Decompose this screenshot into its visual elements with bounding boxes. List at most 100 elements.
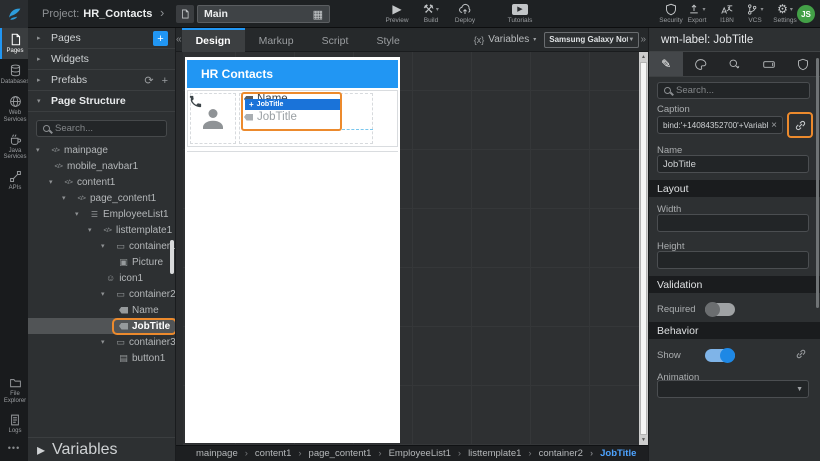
picture-widget[interactable] [190,93,236,144]
properties-scrollbar[interactable] [816,58,819,308]
tree-node[interactable]: ▾ Name [28,302,175,318]
editor-tab[interactable]: Script [308,28,363,52]
show-toggle[interactable] [705,348,735,363]
scroll-up-icon[interactable]: ▲ [639,52,648,62]
rail-item-web-services[interactable]: Web Services [0,90,28,128]
left-icon-rail: Pages Databases Web Services Java Servic… [0,28,29,461]
node-type-icon [119,257,128,268]
expand-arrow-icon[interactable]: ▾ [101,338,111,346]
rail-item-java-services[interactable]: Java Services [0,128,28,166]
tree-scrollbar[interactable] [170,240,174,274]
tree-node[interactable]: ▾ content1 [28,174,175,190]
breadcrumb-item[interactable]: content1 [238,448,291,459]
editor-tab[interactable]: Style [362,28,413,52]
animation-select[interactable]: ▼ [657,380,809,398]
deploy-button[interactable]: Deploy [448,2,482,24]
expand-arrow-icon[interactable]: ▾ [101,290,111,298]
editor-tab[interactable]: Markup [245,28,308,52]
tree-node[interactable]: ▾ mobile_navbar1 [28,158,175,174]
section-widgets[interactable]: ▸ Widgets [28,49,175,70]
grid-view-icon[interactable]: ▦ [313,8,323,21]
rail-item-file-explorer[interactable]: File Explorer [0,372,28,409]
scroll-down-icon[interactable]: ▼ [639,435,648,445]
caret-down-icon: ▾ [435,6,439,13]
page-selector-dropdown[interactable]: Main ▦ [197,5,330,23]
breadcrumb-item[interactable]: container2 [521,448,583,459]
breadcrumb-item[interactable]: mainpage [196,448,238,459]
validation-section-header[interactable]: Validation [649,276,820,293]
tutorials-button[interactable]: ▶ Tutorials [503,2,537,24]
device-selector[interactable]: Samsung Galaxy Note III ▼ [544,31,640,48]
properties-search-input[interactable] [676,85,803,96]
tab-styles[interactable] [683,52,717,76]
expand-arrow-icon[interactable]: ▾ [49,178,59,186]
name-field[interactable]: JobTitle [657,155,809,173]
expand-arrow-icon[interactable]: ▾ [75,210,85,218]
export-button[interactable]: ▾ Export [680,2,714,24]
tab-security[interactable] [786,52,820,76]
tab-device[interactable] [752,52,786,76]
tree-node[interactable]: ▾ container2 [28,286,175,302]
behavior-section-header[interactable]: Behavior [649,322,820,339]
tab-properties[interactable]: ✎ [649,52,684,76]
tree-node[interactable]: ▾ container1 [28,238,175,254]
variables-dropdown[interactable]: {x} Variables ▾ [474,34,536,45]
wavemaker-logo[interactable] [0,0,28,28]
clear-icon[interactable]: × [771,120,777,131]
bind-property-highlight[interactable] [787,112,813,138]
rail-item-logs[interactable]: Logs [0,409,28,439]
section-page-structure[interactable]: ▾ Page Structure [28,91,175,112]
breadcrumb-item[interactable]: EmployeeList1 [371,448,451,459]
expand-arrow-icon[interactable]: ▾ [36,146,46,154]
tree-node[interactable]: ▾ mainpage [28,142,175,158]
tree-node[interactable]: ▾ page_content1 [28,190,175,206]
add-page-button[interactable]: + [153,31,168,46]
section-variables[interactable]: ▸ Variables [28,437,175,461]
vcs-button[interactable]: ▾ VCS [738,2,772,24]
canvas-scrollbar[interactable]: ▲ ▼ [639,52,648,445]
page-structure-search[interactable] [36,120,167,137]
refresh-icon[interactable]: ⟳ [144,74,153,87]
tree-node[interactable]: ▾ Picture [28,254,175,270]
page-file-icon[interactable] [176,5,194,23]
expand-arrow-icon[interactable]: ▾ [101,242,111,250]
breadcrumb-item[interactable]: JobTitle [583,448,636,459]
rail-item-pages[interactable]: Pages [0,28,28,59]
tab-events[interactable] [717,52,751,76]
collapse-right-panel-icon[interactable]: » [640,34,646,45]
tree-node[interactable]: ▾ button1 [28,350,175,366]
tree-node[interactable]: ▾ EmployeeList1 [28,206,175,222]
design-canvas[interactable]: HR Contacts Name + JobTitle [176,52,648,445]
tree-node[interactable]: ▾ listtemplate1 [28,222,175,238]
user-avatar[interactable]: JS [797,5,815,23]
tree-node[interactable]: ▾ JobTitle [28,318,175,334]
height-field[interactable] [657,251,809,269]
breadcrumb-item[interactable]: listtemplate1 [451,448,521,459]
required-toggle[interactable] [705,302,735,317]
rail-item-apis[interactable]: APIs [0,165,28,196]
expand-arrow-icon[interactable]: ▾ [88,226,98,234]
width-field[interactable] [657,214,809,232]
search-input[interactable] [55,123,160,134]
node-type-icon [51,147,60,154]
more-options-icon[interactable]: ••• [0,439,28,457]
layout-section-header[interactable]: Layout [649,180,820,197]
caption-field[interactable]: bind:'+14084352700'+Variables.HrdbE × [657,116,783,134]
expand-arrow-icon[interactable]: ▾ [62,194,72,202]
mobile-navbar[interactable]: HR Contacts [187,60,398,88]
phone-page-preview[interactable]: HR Contacts Name + JobTitle [185,57,400,443]
properties-search[interactable] [657,82,810,99]
preview-button[interactable]: ▶ Preview [380,2,414,24]
scrollbar-thumb[interactable] [640,62,647,435]
tree-node[interactable]: ▾ icon1 [28,270,175,286]
section-pages[interactable]: ▸ Pages + [28,28,175,49]
section-prefabs[interactable]: ▸ Prefabs ⟳ + [28,70,175,91]
add-prefab-button[interactable]: + [162,75,168,87]
employee-list-item[interactable]: Name + JobTitle JobTitle [187,90,398,147]
tree-node[interactable]: ▾ container3 [28,334,175,350]
breadcrumb-item[interactable]: page_content1 [291,448,372,459]
build-button[interactable]: ⚒ ▾ Build [414,2,448,24]
rail-item-databases[interactable]: Databases [0,59,29,90]
editor-tab[interactable]: Design [181,27,245,52]
bind-show-icon[interactable] [795,348,807,360]
